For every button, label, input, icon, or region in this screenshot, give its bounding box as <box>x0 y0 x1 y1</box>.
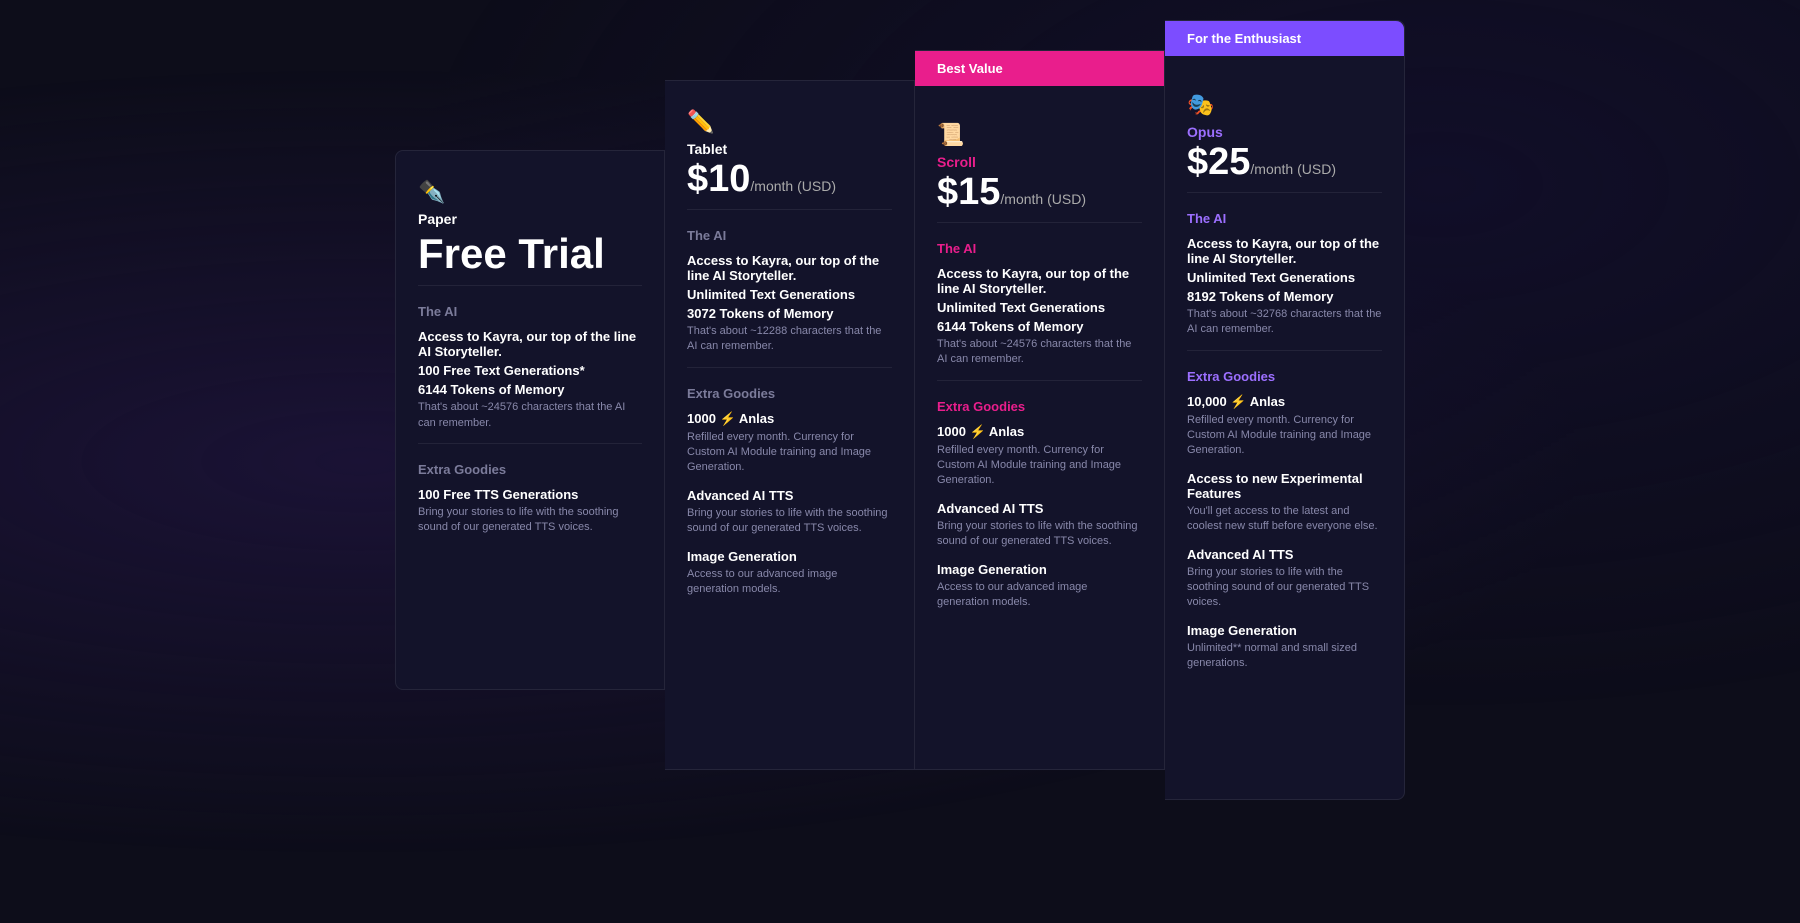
tablet-extra-2: Image Generation Access to our advanced … <box>687 549 892 598</box>
opus-plan-name: Opus <box>1187 124 1382 140</box>
tablet-price-amount: $10 <box>687 158 750 200</box>
paper-feature-0: Access to Kayra, our top of the line AI … <box>418 329 642 359</box>
opus-extra-1-desc: You'll get access to the latest and cool… <box>1187 504 1382 535</box>
scroll-inner: 📜 Scroll $15/month (USD) The AI Access t… <box>915 86 1164 610</box>
tablet-extra-0: 1000 ⚡ Anlas Refilled every month. Curre… <box>687 411 892 476</box>
tablet-extra-2-desc: Access to our advanced image generation … <box>687 567 892 598</box>
tablet-extras-section: Extra Goodies <box>687 386 892 401</box>
scroll-extra-1-desc: Bring your stories to life with the soot… <box>937 519 1142 550</box>
paper-extra-0-desc: Bring your stories to life with the soot… <box>418 505 642 536</box>
scroll-extras-section: Extra Goodies <box>937 399 1142 414</box>
opus-icon: 🎭 <box>1187 92 1382 118</box>
tablet-feature-1: Unlimited Text Generations <box>687 287 892 302</box>
best-value-banner: Best Value <box>915 51 1164 86</box>
opus-extra-2-title: Advanced AI TTS <box>1187 547 1382 562</box>
scroll-feature-1: Unlimited Text Generations <box>937 300 1142 315</box>
scroll-feature-0: Access to Kayra, our top of the line AI … <box>937 266 1142 296</box>
opus-feature-0-title: Access to Kayra, our top of the line AI … <box>1187 236 1382 266</box>
scroll-icon: 📜 <box>937 122 1142 148</box>
scroll-plan-name: Scroll <box>937 154 1142 170</box>
enthusiast-banner: For the Enthusiast <box>1165 21 1404 56</box>
opus-feature-1-title: Unlimited Text Generations <box>1187 270 1382 285</box>
plan-card-opus: For the Enthusiast 🎭 Opus $25/month (USD… <box>1165 20 1405 800</box>
scroll-extra-0-desc: Refilled every month. Currency for Custo… <box>937 443 1142 489</box>
tablet-feature-0: Access to Kayra, our top of the line AI … <box>687 253 892 283</box>
opus-extra-2-desc: Bring your stories to life with the soot… <box>1187 565 1382 611</box>
scroll-price-amount: $15 <box>937 171 1000 213</box>
opus-feature-2: 8192 Tokens of Memory That's about ~3276… <box>1187 289 1382 338</box>
scroll-extra-0: 1000 ⚡ Anlas Refilled every month. Curre… <box>937 424 1142 489</box>
opus-extra-3-desc: Unlimited** normal and small sized gener… <box>1187 641 1382 672</box>
opus-extra-3-title: Image Generation <box>1187 623 1382 638</box>
scroll-extra-2: Image Generation Access to our advanced … <box>937 562 1142 611</box>
plan-card-tablet: ✏️ Tablet $10/month (USD) The AI Access … <box>665 80 915 770</box>
scroll-extra-0-title: 1000 ⚡ Anlas <box>937 424 1142 440</box>
tablet-extra-1-title: Advanced AI TTS <box>687 488 892 503</box>
paper-feature-2-desc: That's about ~24576 characters that the … <box>418 400 642 431</box>
paper-feature-1-title: 100 Free Text Generations* <box>418 363 642 378</box>
scroll-feature-2-title: 6144 Tokens of Memory <box>937 319 1142 334</box>
scroll-feature-0-title: Access to Kayra, our top of the line AI … <box>937 266 1142 296</box>
scroll-plan-price: $15/month (USD) <box>937 172 1142 214</box>
opus-extra-3: Image Generation Unlimited** normal and … <box>1187 623 1382 672</box>
scroll-extra-2-title: Image Generation <box>937 562 1142 577</box>
tablet-extra-0-title: 1000 ⚡ Anlas <box>687 411 892 427</box>
scroll-price-period: /month (USD) <box>1000 191 1086 207</box>
opus-extras-section: Extra Goodies <box>1187 369 1382 384</box>
opus-extra-0: 10,000 ⚡ Anlas Refilled every month. Cur… <box>1187 394 1382 459</box>
tablet-extra-0-desc: Refilled every month. Currency for Custo… <box>687 430 892 476</box>
paper-feature-1: 100 Free Text Generations* <box>418 363 642 378</box>
tablet-plan-name: Tablet <box>687 141 892 157</box>
tablet-icon: ✏️ <box>687 109 892 135</box>
paper-icon: ✒️ <box>418 179 642 205</box>
tablet-ai-section: The AI <box>687 228 892 243</box>
opus-extra-2: Advanced AI TTS Bring your stories to li… <box>1187 547 1382 611</box>
scroll-feature-2-desc: That's about ~24576 characters that the … <box>937 337 1142 368</box>
tablet-feature-0-title: Access to Kayra, our top of the line AI … <box>687 253 892 283</box>
tablet-feature-1-title: Unlimited Text Generations <box>687 287 892 302</box>
paper-ai-section: The AI <box>418 304 642 319</box>
page-container: ✒️ Paper Free Trial The AI Access to Kay… <box>0 0 1800 923</box>
opus-ai-section: The AI <box>1187 211 1382 226</box>
paper-feature-2-title: 6144 Tokens of Memory <box>418 382 642 397</box>
opus-extra-0-title: 10,000 ⚡ Anlas <box>1187 394 1382 410</box>
scroll-extra-1: Advanced AI TTS Bring your stories to li… <box>937 501 1142 550</box>
scroll-extra-1-title: Advanced AI TTS <box>937 501 1142 516</box>
tablet-extra-1-desc: Bring your stories to life with the soot… <box>687 506 892 537</box>
opus-feature-2-desc: That's about ~32768 characters that the … <box>1187 307 1382 338</box>
tablet-feature-2-title: 3072 Tokens of Memory <box>687 306 892 321</box>
opus-extra-1-title: Access to new Experimental Features <box>1187 471 1382 501</box>
opus-feature-2-title: 8192 Tokens of Memory <box>1187 289 1382 304</box>
paper-plan-price: Free Trial <box>418 231 642 277</box>
tablet-plan-price: $10/month (USD) <box>687 159 892 201</box>
paper-plan-name: Paper <box>418 211 642 227</box>
scroll-feature-2: 6144 Tokens of Memory That's about ~2457… <box>937 319 1142 368</box>
paper-extra-0-title: 100 Free TTS Generations <box>418 487 642 502</box>
paper-feature-0-title: Access to Kayra, our top of the line AI … <box>418 329 642 359</box>
scroll-feature-1-title: Unlimited Text Generations <box>937 300 1142 315</box>
tablet-feature-2: 3072 Tokens of Memory That's about ~1228… <box>687 306 892 355</box>
opus-extra-0-desc: Refilled every month. Currency for Custo… <box>1187 413 1382 459</box>
paper-feature-2: 6144 Tokens of Memory That's about ~2457… <box>418 382 642 431</box>
opus-feature-0: Access to Kayra, our top of the line AI … <box>1187 236 1382 266</box>
scroll-ai-section: The AI <box>937 241 1142 256</box>
opus-price-period: /month (USD) <box>1250 161 1336 177</box>
plans-wrapper: ✒️ Paper Free Trial The AI Access to Kay… <box>395 20 1405 800</box>
opus-extra-1: Access to new Experimental Features You'… <box>1187 471 1382 535</box>
tablet-price-period: /month (USD) <box>750 178 836 194</box>
opus-feature-1: Unlimited Text Generations <box>1187 270 1382 285</box>
scroll-extra-2-desc: Access to our advanced image generation … <box>937 580 1142 611</box>
opus-plan-price: $25/month (USD) <box>1187 142 1382 184</box>
paper-extras-section: Extra Goodies <box>418 462 642 477</box>
tablet-feature-2-desc: That's about ~12288 characters that the … <box>687 324 892 355</box>
tablet-extra-1: Advanced AI TTS Bring your stories to li… <box>687 488 892 537</box>
opus-inner: 🎭 Opus $25/month (USD) The AI Access to … <box>1165 56 1404 671</box>
plan-card-scroll: Best Value 📜 Scroll $15/month (USD) The … <box>915 50 1165 770</box>
tablet-extra-2-title: Image Generation <box>687 549 892 564</box>
plan-card-paper: ✒️ Paper Free Trial The AI Access to Kay… <box>395 150 665 690</box>
opus-price-amount: $25 <box>1187 141 1250 183</box>
paper-extra-0: 100 Free TTS Generations Bring your stor… <box>418 487 642 536</box>
